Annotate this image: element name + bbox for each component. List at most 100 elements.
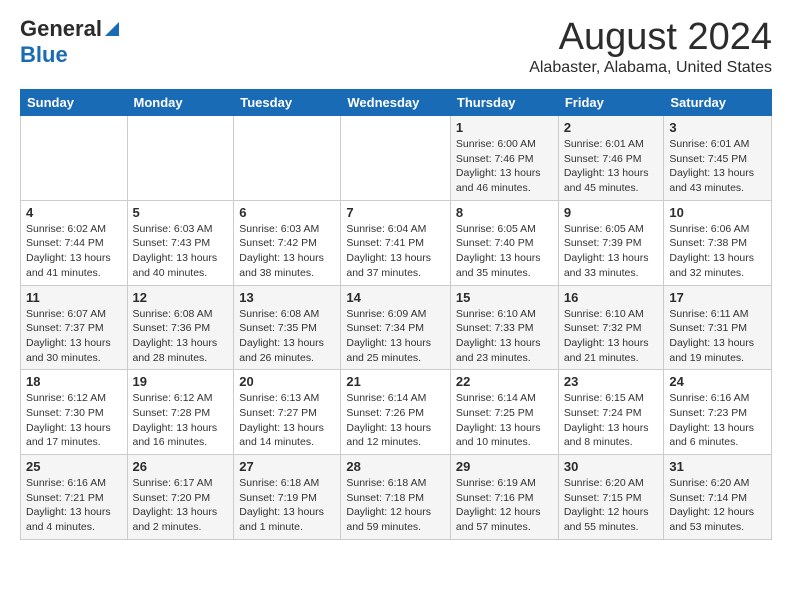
page-header: General Blue August 2024 Alabaster, Alab… [20,16,772,77]
header-tuesday: Tuesday [234,90,341,116]
calendar-week-row: 18 Sunrise: 6:12 AMSunset: 7:30 PMDayligh… [21,370,772,455]
header-monday: Monday [127,90,234,116]
day-number: 18 [26,374,122,389]
header-thursday: Thursday [450,90,558,116]
table-row: 4 Sunrise: 6:02 AMSunset: 7:44 PMDaylight… [21,200,128,285]
day-number: 5 [133,205,229,220]
day-info: Sunrise: 6:03 AMSunset: 7:42 PMDaylight:… [239,222,335,281]
day-number: 14 [346,290,445,305]
table-row: 19Sunrise: 6:12 AMSunset: 7:28 PMDayligh… [127,370,234,455]
day-number: 4 [26,205,122,220]
day-number: 26 [133,459,229,474]
table-row: 30 Sunrise: 6:20 AMSunset: 7:15 PMDayligh… [558,455,664,540]
day-number: 30 [564,459,659,474]
day-number: 1 [456,120,553,135]
day-info: Sunrise: 6:08 AMSunset: 7:36 PMDaylight:… [133,307,229,366]
day-number: 20 [239,374,335,389]
day-info: Sunrise: 6:06 AMSunset: 7:38 PMDaylight:… [669,222,766,281]
table-row: 26 Sunrise: 6:17 AMSunset: 7:20 PMDayligh… [127,455,234,540]
day-info: Sunrise: 6:17 AMSunset: 7:20 PMDaylight:… [133,476,229,535]
day-info: Sunrise: 6:18 AMSunset: 7:19 PMDaylight:… [239,476,335,535]
day-info: Sunrise: 6:07 AMSunset: 7:37 PMDaylight:… [26,307,122,366]
day-info: Sunrise: 6:14 AMSunset: 7:26 PMDaylight:… [346,391,445,450]
day-info: Sunrise: 6:08 AMSunset: 7:35 PMDaylight:… [239,307,335,366]
day-info: Sunrise: 6:13 AMSunset: 7:27 PMDaylight:… [239,391,335,450]
table-row: 1 Sunrise: 6:00 AMSunset: 7:46 PMDaylight… [450,116,558,201]
table-row: 9 Sunrise: 6:05 AMSunset: 7:39 PMDaylight… [558,200,664,285]
day-number: 9 [564,205,659,220]
day-info: Sunrise: 6:02 AMSunset: 7:44 PMDaylight:… [26,222,122,281]
day-info: Sunrise: 6:05 AMSunset: 7:39 PMDaylight:… [564,222,659,281]
day-info: Sunrise: 6:12 AMSunset: 7:30 PMDaylight:… [26,391,122,450]
table-row: 15 Sunrise: 6:10 AMSunset: 7:33 PMDayligh… [450,285,558,370]
calendar-title: August 2024 [529,16,772,59]
day-number: 27 [239,459,335,474]
table-row: 5 Sunrise: 6:03 AMSunset: 7:43 PMDaylight… [127,200,234,285]
calendar-week-row: 25Sunrise: 6:16 AMSunset: 7:21 PMDayligh… [21,455,772,540]
day-number: 31 [669,459,766,474]
logo-general-text: General [20,16,102,42]
table-row: 29Sunrise: 6:19 AMSunset: 7:16 PMDayligh… [450,455,558,540]
day-number: 16 [564,290,659,305]
logo-blue-text: Blue [20,42,119,68]
logo-arrow-icon [105,22,119,36]
day-number: 15 [456,290,553,305]
table-row: 14 Sunrise: 6:09 AMSunset: 7:34 PMDayligh… [341,285,451,370]
header-friday: Friday [558,90,664,116]
calendar-week-row: 4 Sunrise: 6:02 AMSunset: 7:44 PMDaylight… [21,200,772,285]
table-row: 10 Sunrise: 6:06 AMSunset: 7:38 PMDayligh… [664,200,772,285]
day-info: Sunrise: 6:09 AMSunset: 7:34 PMDaylight:… [346,307,445,366]
table-row: 3Sunrise: 6:01 AMSunset: 7:45 PMDaylight… [664,116,772,201]
day-number: 28 [346,459,445,474]
table-row: 11Sunrise: 6:07 AMSunset: 7:37 PMDayligh… [21,285,128,370]
day-info: Sunrise: 6:03 AMSunset: 7:43 PMDaylight:… [133,222,229,281]
day-info: Sunrise: 6:11 AMSunset: 7:31 PMDaylight:… [669,307,766,366]
table-row: 28 Sunrise: 6:18 AMSunset: 7:18 PMDayligh… [341,455,451,540]
table-row: 12Sunrise: 6:08 AMSunset: 7:36 PMDayligh… [127,285,234,370]
day-info: Sunrise: 6:19 AMSunset: 7:16 PMDaylight:… [456,476,553,535]
table-row [341,116,451,201]
table-row [234,116,341,201]
header-sunday: Sunday [21,90,128,116]
table-row: 2Sunrise: 6:01 AMSunset: 7:46 PMDaylight… [558,116,664,201]
calendar-week-row: 1 Sunrise: 6:00 AMSunset: 7:46 PMDaylight… [21,116,772,201]
day-info: Sunrise: 6:10 AMSunset: 7:33 PMDaylight:… [456,307,553,366]
table-row: 21 Sunrise: 6:14 AMSunset: 7:26 PMDayligh… [341,370,451,455]
day-info: Sunrise: 6:10 AMSunset: 7:32 PMDaylight:… [564,307,659,366]
day-number: 6 [239,205,335,220]
calendar-subtitle: Alabaster, Alabama, United States [529,59,772,77]
table-row: 24 Sunrise: 6:16 AMSunset: 7:23 PMDayligh… [664,370,772,455]
day-info: Sunrise: 6:01 AMSunset: 7:45 PMDaylight:… [669,137,766,196]
day-info: Sunrise: 6:01 AMSunset: 7:46 PMDaylight:… [564,137,659,196]
day-info: Sunrise: 6:18 AMSunset: 7:18 PMDaylight:… [346,476,445,535]
table-row: 17 Sunrise: 6:11 AMSunset: 7:31 PMDayligh… [664,285,772,370]
day-number: 8 [456,205,553,220]
day-number: 22 [456,374,553,389]
day-info: Sunrise: 6:20 AMSunset: 7:14 PMDaylight:… [669,476,766,535]
table-row: 25Sunrise: 6:16 AMSunset: 7:21 PMDayligh… [21,455,128,540]
table-row: 27 Sunrise: 6:18 AMSunset: 7:19 PMDayligh… [234,455,341,540]
table-row: 13 Sunrise: 6:08 AMSunset: 7:35 PMDayligh… [234,285,341,370]
title-block: August 2024 Alabaster, Alabama, United S… [529,16,772,77]
table-row: 6 Sunrise: 6:03 AMSunset: 7:42 PMDaylight… [234,200,341,285]
table-row [127,116,234,201]
table-row: 31 Sunrise: 6:20 AMSunset: 7:14 PMDayligh… [664,455,772,540]
day-info: Sunrise: 6:15 AMSunset: 7:24 PMDaylight:… [564,391,659,450]
header-saturday: Saturday [664,90,772,116]
day-info: Sunrise: 6:14 AMSunset: 7:25 PMDaylight:… [456,391,553,450]
day-number: 10 [669,205,766,220]
day-info: Sunrise: 6:20 AMSunset: 7:15 PMDaylight:… [564,476,659,535]
day-number: 13 [239,290,335,305]
day-number: 24 [669,374,766,389]
day-number: 21 [346,374,445,389]
day-info: Sunrise: 6:05 AMSunset: 7:40 PMDaylight:… [456,222,553,281]
header-wednesday: Wednesday [341,90,451,116]
day-info: Sunrise: 6:00 AMSunset: 7:46 PMDaylight:… [456,137,553,196]
day-info: Sunrise: 6:16 AMSunset: 7:23 PMDaylight:… [669,391,766,450]
weekday-header-row: Sunday Monday Tuesday Wednesday Thursday… [21,90,772,116]
table-row: 8 Sunrise: 6:05 AMSunset: 7:40 PMDaylight… [450,200,558,285]
day-number: 17 [669,290,766,305]
day-number: 19 [133,374,229,389]
logo: General Blue [20,16,119,68]
table-row: 18 Sunrise: 6:12 AMSunset: 7:30 PMDayligh… [21,370,128,455]
